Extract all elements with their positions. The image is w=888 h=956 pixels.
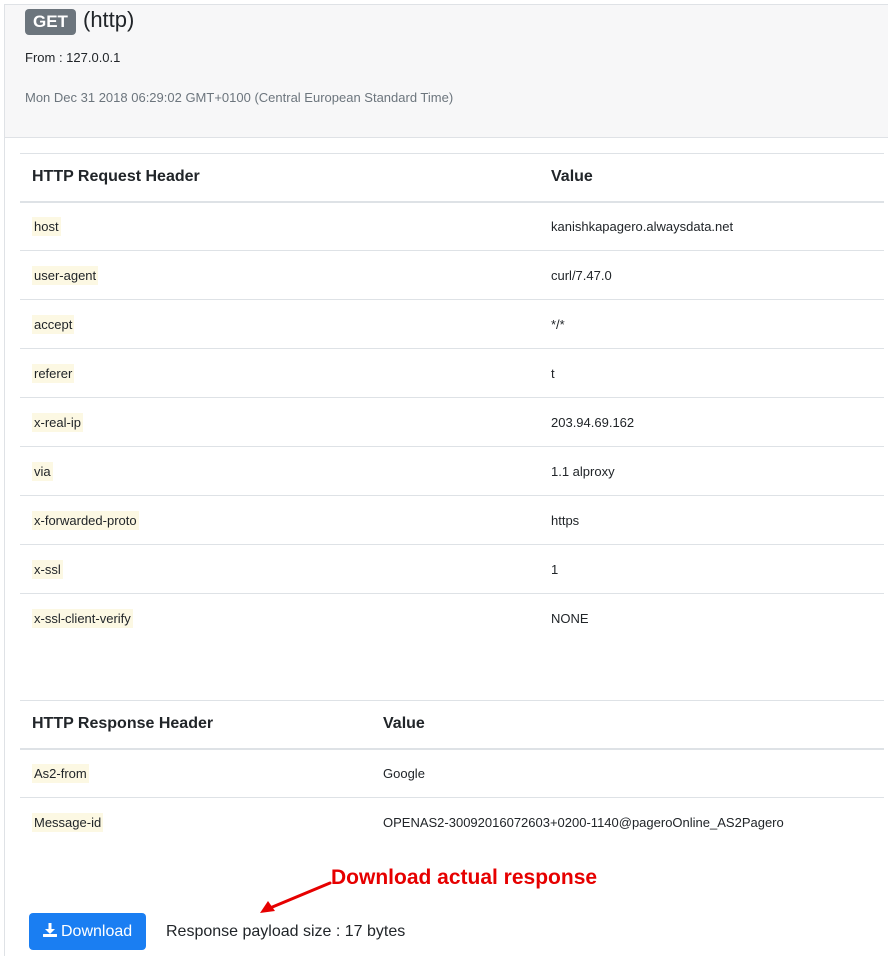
header-key: host: [32, 216, 61, 236]
header-value: 1.1 alproxy: [539, 446, 884, 496]
request-header-table: HTTP Request Header Value host kanishkap…: [20, 153, 884, 643]
table-row: x-forwarded-proto https: [20, 495, 884, 545]
table-row: x-ssl 1: [20, 544, 884, 594]
header-key: user-agent: [32, 265, 99, 285]
header-value: Google: [371, 748, 884, 798]
annotation-label: Download actual response: [331, 866, 598, 889]
table-row: user-agent curl/7.47.0: [20, 250, 884, 300]
header-key: Message-id: [32, 812, 104, 832]
table-row: x-ssl-client-verify NONE: [20, 594, 884, 643]
header-value: curl/7.47.0: [539, 250, 884, 300]
download-button[interactable]: Download: [29, 913, 146, 950]
header-value: */*: [539, 299, 884, 349]
column-header-name: HTTP Response Header: [20, 700, 371, 750]
header-key: accept: [32, 314, 75, 334]
column-header-value: Value: [539, 153, 884, 203]
header-key: As2-from: [32, 763, 89, 783]
response-header-table: HTTP Response Header Value As2-from Goog…: [20, 700, 884, 847]
header-key: x-forwarded-proto: [32, 510, 139, 530]
table-row: Message-id OPENAS2-30092016072603+0200-1…: [20, 798, 884, 847]
protocol-label: (http): [83, 7, 135, 32]
card-header: GET (http) From : 127.0.0.1 Mon Dec 31 2…: [5, 5, 888, 138]
header-key: x-ssl-client-verify: [32, 608, 133, 628]
download-icon: [43, 923, 57, 937]
table-row: host kanishkapagero.alwaysdata.net: [20, 201, 884, 251]
annotation-arrow-icon: [260, 881, 332, 913]
header-value: kanishkapagero.alwaysdata.net: [539, 201, 884, 251]
header-value: t: [539, 348, 884, 398]
from-address: From : 127.0.0.1: [25, 50, 121, 65]
table-header-row: HTTP Response Header Value: [20, 700, 884, 750]
header-key: x-ssl: [32, 559, 63, 579]
header-key: x-real-ip: [32, 412, 83, 432]
method-badge: GET: [25, 9, 76, 35]
payload-size: Response payload size : 17 bytes: [166, 923, 406, 940]
header-value: OPENAS2-30092016072603+0200-1140@pageroO…: [383, 814, 784, 830]
table-row: accept */*: [20, 299, 884, 349]
column-header-name: HTTP Request Header: [20, 153, 539, 203]
table-row: referer t: [20, 348, 884, 398]
request-date: Mon Dec 31 2018 06:29:02 GMT+0100 (Centr…: [25, 90, 454, 105]
table-row: via 1.1 alproxy: [20, 446, 884, 496]
header-value: https: [539, 495, 884, 545]
header-value: 203.94.69.162: [539, 397, 884, 447]
header-key: referer: [32, 363, 75, 383]
column-header-value: Value: [371, 700, 884, 750]
download-label: Download: [61, 923, 133, 940]
table-row: As2-from Google: [20, 748, 884, 798]
header-value: NONE: [551, 610, 589, 626]
header-key: via: [32, 461, 53, 481]
table-header-row: HTTP Request Header Value: [20, 153, 884, 203]
table-row: x-real-ip 203.94.69.162: [20, 397, 884, 447]
header-value: 1: [539, 544, 884, 594]
